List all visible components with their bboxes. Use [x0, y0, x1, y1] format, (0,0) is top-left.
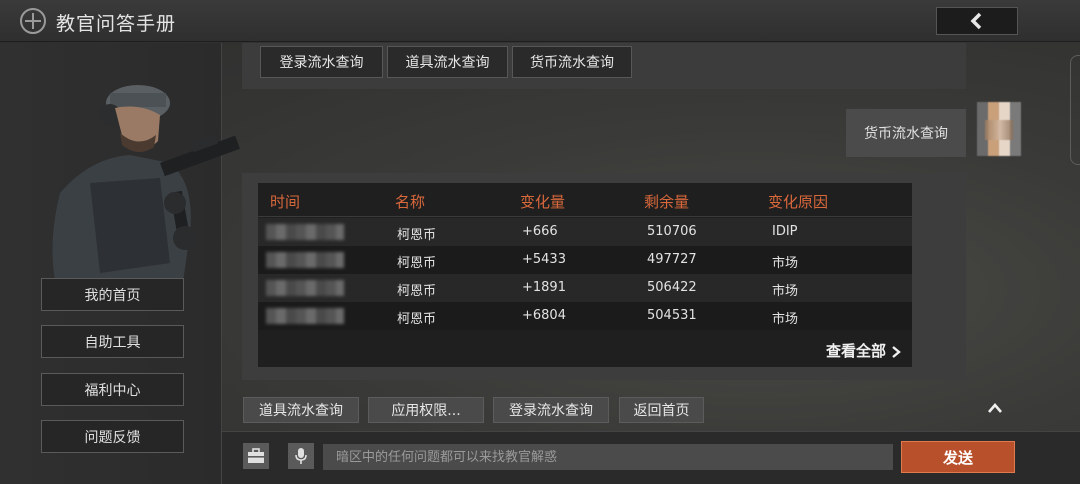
- sidebar-item-label: 问题反馈: [84, 429, 141, 446]
- quick-return-home-button[interactable]: 返回首页: [619, 397, 704, 423]
- app-header: 教官问答手册: [0, 0, 1080, 42]
- cell-reason: 市场: [772, 312, 799, 327]
- redacted-time: [266, 224, 344, 240]
- chevron-left-icon: [970, 12, 982, 30]
- cell-reason: IDIP: [772, 224, 798, 239]
- item-log-query-button[interactable]: 道具流水查询: [387, 46, 508, 78]
- button-label: 登录流水查询: [279, 55, 364, 71]
- view-all-label: 查看全部: [826, 342, 887, 360]
- column-header: 剩余量: [644, 193, 690, 211]
- button-label: 登录流水查询: [509, 403, 593, 419]
- scroll-to-top-button[interactable]: [983, 396, 1007, 420]
- redacted-time: [266, 252, 344, 268]
- sidebar-item-label: 自助工具: [84, 334, 141, 351]
- cell-name: 柯恩币: [397, 312, 437, 327]
- login-log-query-button[interactable]: 登录流水查询: [260, 46, 383, 78]
- cell-change: +1891: [522, 280, 566, 295]
- table-row: 柯恩币 +666 510706 IDIP: [258, 218, 912, 246]
- instructor-portrait: [52, 85, 240, 303]
- voice-button[interactable]: [288, 443, 314, 469]
- cell-remaining: 504531: [647, 308, 697, 323]
- table-row: 柯恩币 +6804 504531 市场: [258, 302, 912, 330]
- button-label: 道具流水查询: [405, 55, 490, 71]
- scroll-handle[interactable]: [1070, 55, 1080, 165]
- redacted-time: [266, 280, 344, 296]
- sidebar-item-feedback[interactable]: 问题反馈: [41, 420, 184, 453]
- cell-change: +666: [522, 224, 558, 239]
- cell-name: 柯恩币: [397, 256, 437, 271]
- view-all-link[interactable]: 查看全部: [826, 340, 902, 361]
- send-label: 发送: [942, 448, 973, 467]
- cell-change: +6804: [522, 308, 566, 323]
- button-label: 应用权限...: [391, 403, 461, 419]
- chevron-up-icon: [988, 403, 1002, 413]
- cell-name: 柯恩币: [397, 284, 437, 299]
- cell-reason: 市场: [772, 284, 799, 299]
- cell-reason: 市场: [772, 256, 799, 271]
- send-button[interactable]: 发送: [901, 441, 1015, 473]
- button-label: 货币流水查询: [530, 55, 614, 71]
- toolbox-icon: [248, 448, 264, 463]
- column-header: 变化量: [520, 193, 566, 211]
- crosshair-logo-icon: [20, 8, 46, 34]
- question-input[interactable]: [323, 444, 893, 470]
- sidebar-item-label: 福利中心: [84, 382, 141, 399]
- toolbox-button[interactable]: [243, 443, 269, 469]
- cell-name: 柯恩币: [397, 228, 437, 243]
- avatar: [977, 102, 1021, 156]
- sidebar: 我的首页 自助工具 福利中心 问题反馈: [0, 43, 240, 484]
- quick-item-log-button[interactable]: 道具流水查询: [243, 397, 359, 423]
- microphone-icon: [295, 448, 307, 464]
- sidebar-item-welfare[interactable]: 福利中心: [41, 373, 184, 406]
- column-header: 名称: [395, 193, 426, 211]
- chevron-right-icon: [892, 345, 902, 358]
- currency-log-result: 时间 名称 变化量 剩余量 变化原因 柯恩币 +666 510706 IDIP …: [242, 173, 966, 380]
- currency-log-table: 时间 名称 变化量 剩余量 变化原因 柯恩币 +666 510706 IDIP …: [258, 183, 912, 367]
- user-message-text: 货币流水查询: [864, 126, 948, 142]
- back-button[interactable]: [936, 7, 1018, 35]
- table-row: 柯恩币 +1891 506422 市场: [258, 274, 912, 302]
- bot-menu-message: 登录流水查询 道具流水查询 货币流水查询: [242, 43, 966, 89]
- table-header: 时间 名称 变化量 剩余量 变化原因: [258, 183, 912, 217]
- column-header: 时间: [270, 193, 301, 211]
- currency-log-query-button[interactable]: 货币流水查询: [512, 46, 632, 78]
- quick-app-permission-button[interactable]: 应用权限...: [368, 397, 484, 423]
- page-title: 教官问答手册: [56, 13, 177, 35]
- table-row: 柯恩币 +5433 497727 市场: [258, 246, 912, 274]
- sidebar-item-label: 我的首页: [84, 287, 141, 304]
- cell-remaining: 506422: [647, 280, 697, 295]
- button-label: 返回首页: [633, 403, 690, 419]
- quick-login-log-button[interactable]: 登录流水查询: [493, 397, 609, 423]
- user-message-bubble: 货币流水查询: [846, 109, 966, 157]
- cell-remaining: 510706: [647, 224, 697, 239]
- sidebar-item-tools[interactable]: 自助工具: [41, 325, 184, 358]
- cell-remaining: 497727: [647, 252, 697, 267]
- column-header: 变化原因: [768, 193, 829, 211]
- button-label: 道具流水查询: [259, 403, 343, 419]
- sidebar-item-home[interactable]: 我的首页: [41, 278, 184, 311]
- redacted-time: [266, 308, 344, 324]
- cell-change: +5433: [522, 252, 566, 267]
